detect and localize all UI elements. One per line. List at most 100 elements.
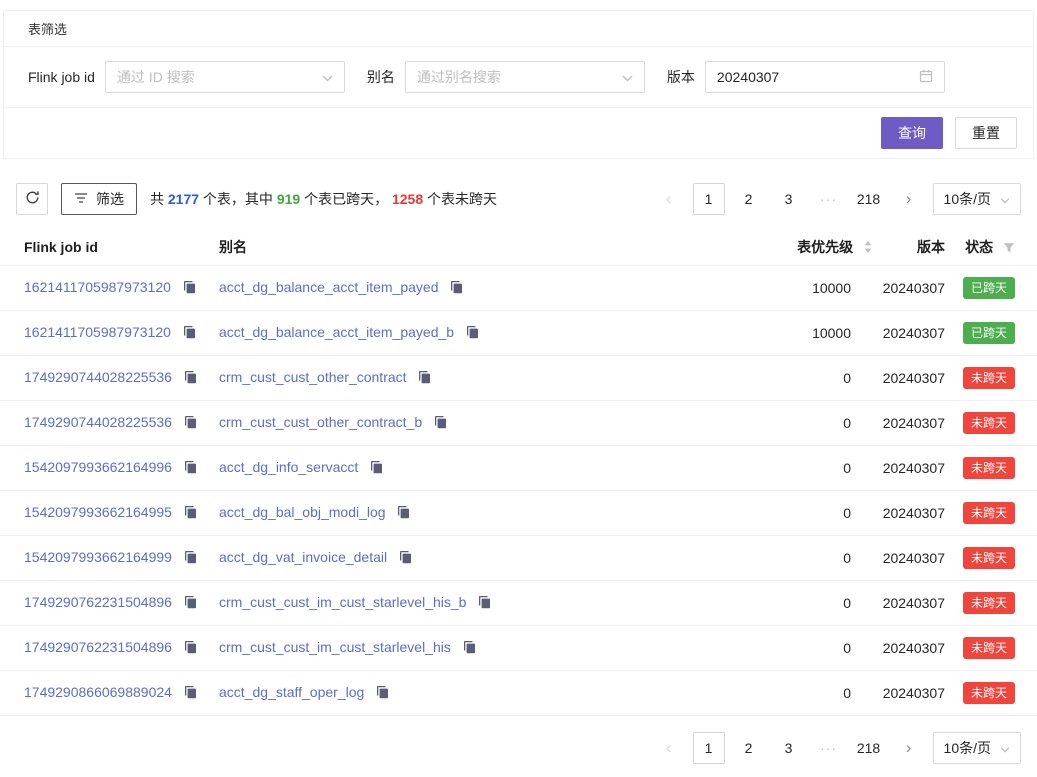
pagination-next[interactable]: ›: [893, 183, 925, 215]
calendar-icon: [919, 69, 933, 86]
pagination-next[interactable]: ›: [893, 732, 925, 764]
header-priority[interactable]: 表优先级: [723, 229, 873, 266]
page-size-value: 10条/页: [944, 738, 991, 758]
page-size-select[interactable]: 10条/页: [933, 183, 1021, 215]
copy-icon[interactable]: [463, 640, 476, 657]
pagination-prev[interactable]: ‹: [653, 183, 685, 215]
alias-link[interactable]: acct_dg_bal_obj_modi_log: [219, 504, 386, 520]
alias-link[interactable]: acct_dg_balance_acct_item_payed: [219, 279, 439, 295]
alias-link[interactable]: acct_dg_vat_invoice_detail: [219, 549, 387, 565]
query-button[interactable]: 查询: [881, 117, 943, 149]
pagination-page[interactable]: 1: [693, 183, 725, 215]
copy-icon[interactable]: [370, 460, 383, 477]
header-status-label: 状态: [965, 239, 993, 255]
summary-mid1: 个表，其中: [199, 191, 277, 207]
alias-cell: crm_cust_cust_im_cust_starlevel_his_b: [219, 581, 723, 626]
flink-job-id-cell: 1542097993662164996: [0, 446, 219, 491]
copy-icon[interactable]: [184, 595, 197, 612]
alias-link[interactable]: acct_dg_staff_oper_log: [219, 684, 364, 700]
copy-icon[interactable]: [450, 280, 463, 297]
pagination-ellipsis[interactable]: ···: [813, 191, 845, 207]
copy-icon[interactable]: [183, 280, 196, 297]
table-row: 1749290744028225536 crm_cust_cust_other_…: [0, 401, 1037, 446]
summary-crossed-count: 919: [277, 191, 300, 207]
copy-icon[interactable]: [478, 595, 491, 612]
data-table: Flink job id 别名 表优先级 版本 状态 1621411705987…: [0, 229, 1037, 716]
version-cell: 20240307: [873, 446, 953, 491]
copy-icon[interactable]: [183, 325, 196, 342]
copy-icon[interactable]: [184, 460, 197, 477]
pagination-page[interactable]: 3: [773, 183, 805, 215]
alias-cell: acct_dg_balance_acct_item_payed: [219, 266, 723, 311]
field-alias: 别名 通过别名搜索: [367, 61, 645, 93]
alias-cell: acct_dg_info_servacct: [219, 446, 723, 491]
flink-job-id-link[interactable]: 1621411705987973120: [24, 324, 171, 340]
flink-job-id-link[interactable]: 1621411705987973120: [24, 279, 171, 295]
summary-mid2: 个表已跨天，: [300, 191, 392, 207]
flink-job-id-link[interactable]: 1542097993662164995: [24, 504, 172, 520]
alias-select[interactable]: 通过别名搜索: [405, 61, 645, 93]
field-version: 版本 20240307: [667, 61, 945, 93]
pagination-page[interactable]: 2: [733, 183, 765, 215]
flink-job-id-link[interactable]: 1749290762231504896: [24, 639, 172, 655]
table-row: 1749290866069889024 acct_dg_staff_oper_l…: [0, 671, 1037, 716]
flink-job-id-link[interactable]: 1542097993662164996: [24, 459, 172, 475]
flink-job-id-label: Flink job id: [28, 69, 95, 85]
page-size-select[interactable]: 10条/页: [933, 732, 1021, 764]
version-cell: 20240307: [873, 266, 953, 311]
alias-link[interactable]: acct_dg_info_servacct: [219, 459, 358, 475]
summary-suffix: 个表未跨天: [423, 191, 497, 207]
copy-icon[interactable]: [184, 415, 197, 432]
copy-icon[interactable]: [184, 505, 197, 522]
version-value: 20240307: [717, 69, 779, 85]
flink-job-id-link[interactable]: 1749290866069889024: [24, 684, 172, 700]
pagination-page-last[interactable]: 218: [853, 183, 885, 215]
alias-link[interactable]: crm_cust_cust_other_contract_b: [219, 414, 422, 430]
copy-icon[interactable]: [376, 685, 389, 702]
alias-link[interactable]: acct_dg_balance_acct_item_payed_b: [219, 324, 454, 340]
copy-icon[interactable]: [184, 685, 197, 702]
version-date-input[interactable]: 20240307: [705, 61, 945, 93]
copy-icon[interactable]: [184, 550, 197, 567]
flink-job-id-select[interactable]: 通过 ID 搜索: [105, 61, 345, 93]
alias-link[interactable]: crm_cust_cust_im_cust_starlevel_his: [219, 639, 451, 655]
pagination-top: ‹ 1 2 3 ··· 218 › 10条/页: [653, 183, 1021, 215]
table-row: 1749290762231504896 crm_cust_cust_im_cus…: [0, 626, 1037, 671]
sort-icon[interactable]: [859, 241, 873, 257]
copy-icon[interactable]: [434, 415, 447, 432]
copy-icon[interactable]: [184, 370, 197, 387]
alias-cell: crm_cust_cust_im_cust_starlevel_his: [219, 626, 723, 671]
header-priority-label: 表优先级: [797, 239, 853, 255]
pagination-page-last[interactable]: 218: [853, 732, 885, 764]
alias-link[interactable]: crm_cust_cust_other_contract: [219, 369, 407, 385]
column-filter-icon[interactable]: [999, 241, 1015, 257]
status-badge: 未跨天: [963, 592, 1015, 614]
refresh-button[interactable]: [16, 183, 48, 215]
priority-cell: 0: [723, 491, 873, 536]
priority-cell: 0: [723, 356, 873, 401]
flink-job-id-link[interactable]: 1749290762231504896: [24, 594, 172, 610]
flink-job-id-cell: 1542097993662164999: [0, 536, 219, 581]
copy-icon[interactable]: [466, 325, 479, 342]
copy-icon[interactable]: [399, 550, 412, 567]
flink-job-id-link[interactable]: 1749290744028225536: [24, 414, 172, 430]
priority-cell: 10000: [723, 311, 873, 356]
alias-label: 别名: [367, 67, 395, 87]
pagination-prev[interactable]: ‹: [653, 732, 685, 764]
pagination-page[interactable]: 3: [773, 732, 805, 764]
alias-link[interactable]: crm_cust_cust_im_cust_starlevel_his_b: [219, 594, 466, 610]
flink-job-id-link[interactable]: 1749290744028225536: [24, 369, 172, 385]
flink-job-id-cell: 1749290762231504896: [0, 581, 219, 626]
pagination-ellipsis[interactable]: ···: [813, 740, 845, 756]
pagination-page[interactable]: 2: [733, 732, 765, 764]
header-status: 状态: [953, 229, 1037, 266]
filter-button[interactable]: 筛选: [61, 183, 137, 215]
flink-job-id-link[interactable]: 1542097993662164999: [24, 549, 172, 565]
status-cell: 未跨天: [953, 446, 1037, 491]
copy-icon[interactable]: [184, 640, 197, 657]
copy-icon[interactable]: [418, 370, 431, 387]
status-cell: 未跨天: [953, 491, 1037, 536]
pagination-page[interactable]: 1: [693, 732, 725, 764]
reset-button[interactable]: 重置: [955, 117, 1017, 149]
copy-icon[interactable]: [397, 505, 410, 522]
